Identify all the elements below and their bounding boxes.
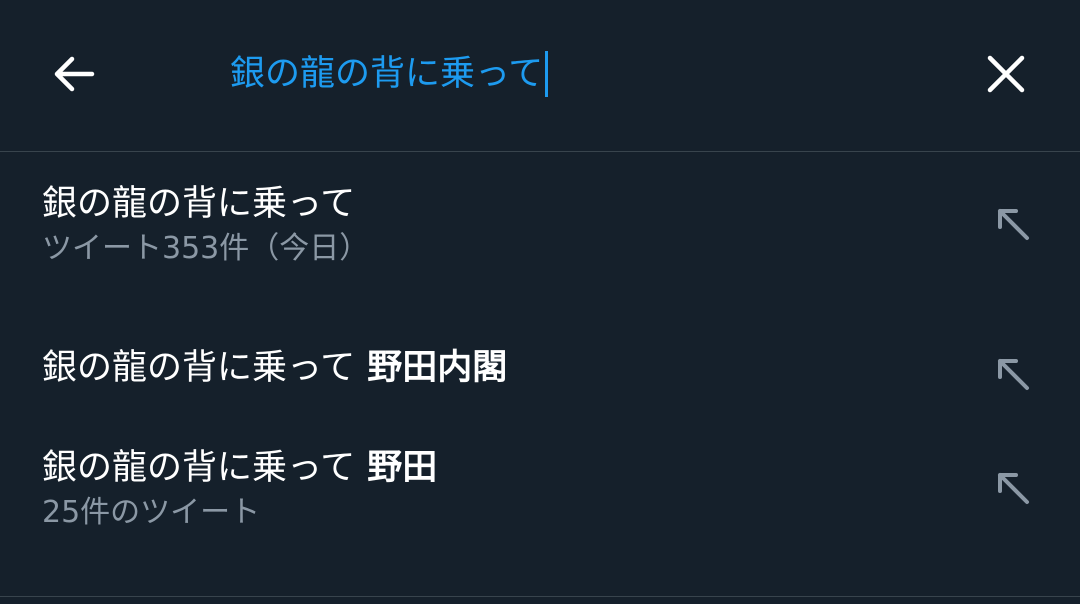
suggestion-text: 銀の龍の背に乗って	[42, 184, 356, 224]
list-divider	[0, 596, 1080, 597]
suggestion-title: 銀の龍の背に乗って 野田	[42, 443, 1080, 493]
arrow-up-left-icon	[998, 473, 1029, 504]
search-screen: 銀の龍の背に乗って 銀の龍の背に乗って ツイート353件（今日） 銀の龍の背に乗…	[0, 0, 1080, 604]
suggestion-text: 銀の龍の背に乗って	[42, 348, 356, 388]
search-header: 銀の龍の背に乗って	[0, 0, 1080, 152]
close-icon	[987, 55, 1025, 93]
suggestion-subtitle: 25件のツイート	[42, 495, 261, 530]
fill-query-button[interactable]	[990, 201, 1034, 245]
suggestion-item[interactable]: 銀の龍の背に乗って ツイート353件（今日）	[0, 153, 1080, 303]
arrow-left-icon	[54, 56, 95, 92]
suggestion-item[interactable]: 銀の龍の背に乗って 野田内閣	[0, 303, 1080, 429]
suggestion-subtitle: ツイート353件（今日）	[42, 231, 370, 266]
search-query-text[interactable]: 銀の龍の背に乗って	[230, 46, 543, 102]
clear-search-button[interactable]	[976, 44, 1036, 104]
fill-query-button[interactable]	[990, 351, 1034, 395]
suggestion-title: 銀の龍の背に乗って 野田内閣	[42, 343, 1080, 393]
back-button[interactable]	[44, 44, 104, 104]
arrow-up-left-icon	[998, 359, 1029, 390]
suggestion-text: 銀の龍の背に乗って	[42, 448, 356, 488]
suggestion-bold-text: 野田内閣	[367, 348, 508, 388]
suggestion-bold-text: 野田	[367, 448, 438, 488]
search-input[interactable]: 銀の龍の背に乗って	[230, 46, 930, 102]
text-caret	[545, 51, 549, 97]
suggestion-title: 銀の龍の背に乗って	[42, 179, 1080, 229]
fill-query-button[interactable]	[990, 465, 1034, 509]
suggestion-list: 銀の龍の背に乗って ツイート353件（今日） 銀の龍の背に乗って 野田内閣 銀の龍…	[0, 153, 1080, 569]
suggestion-item[interactable]: 銀の龍の背に乗って 野田 25件のツイート	[0, 429, 1080, 569]
arrow-up-left-icon	[998, 209, 1029, 240]
